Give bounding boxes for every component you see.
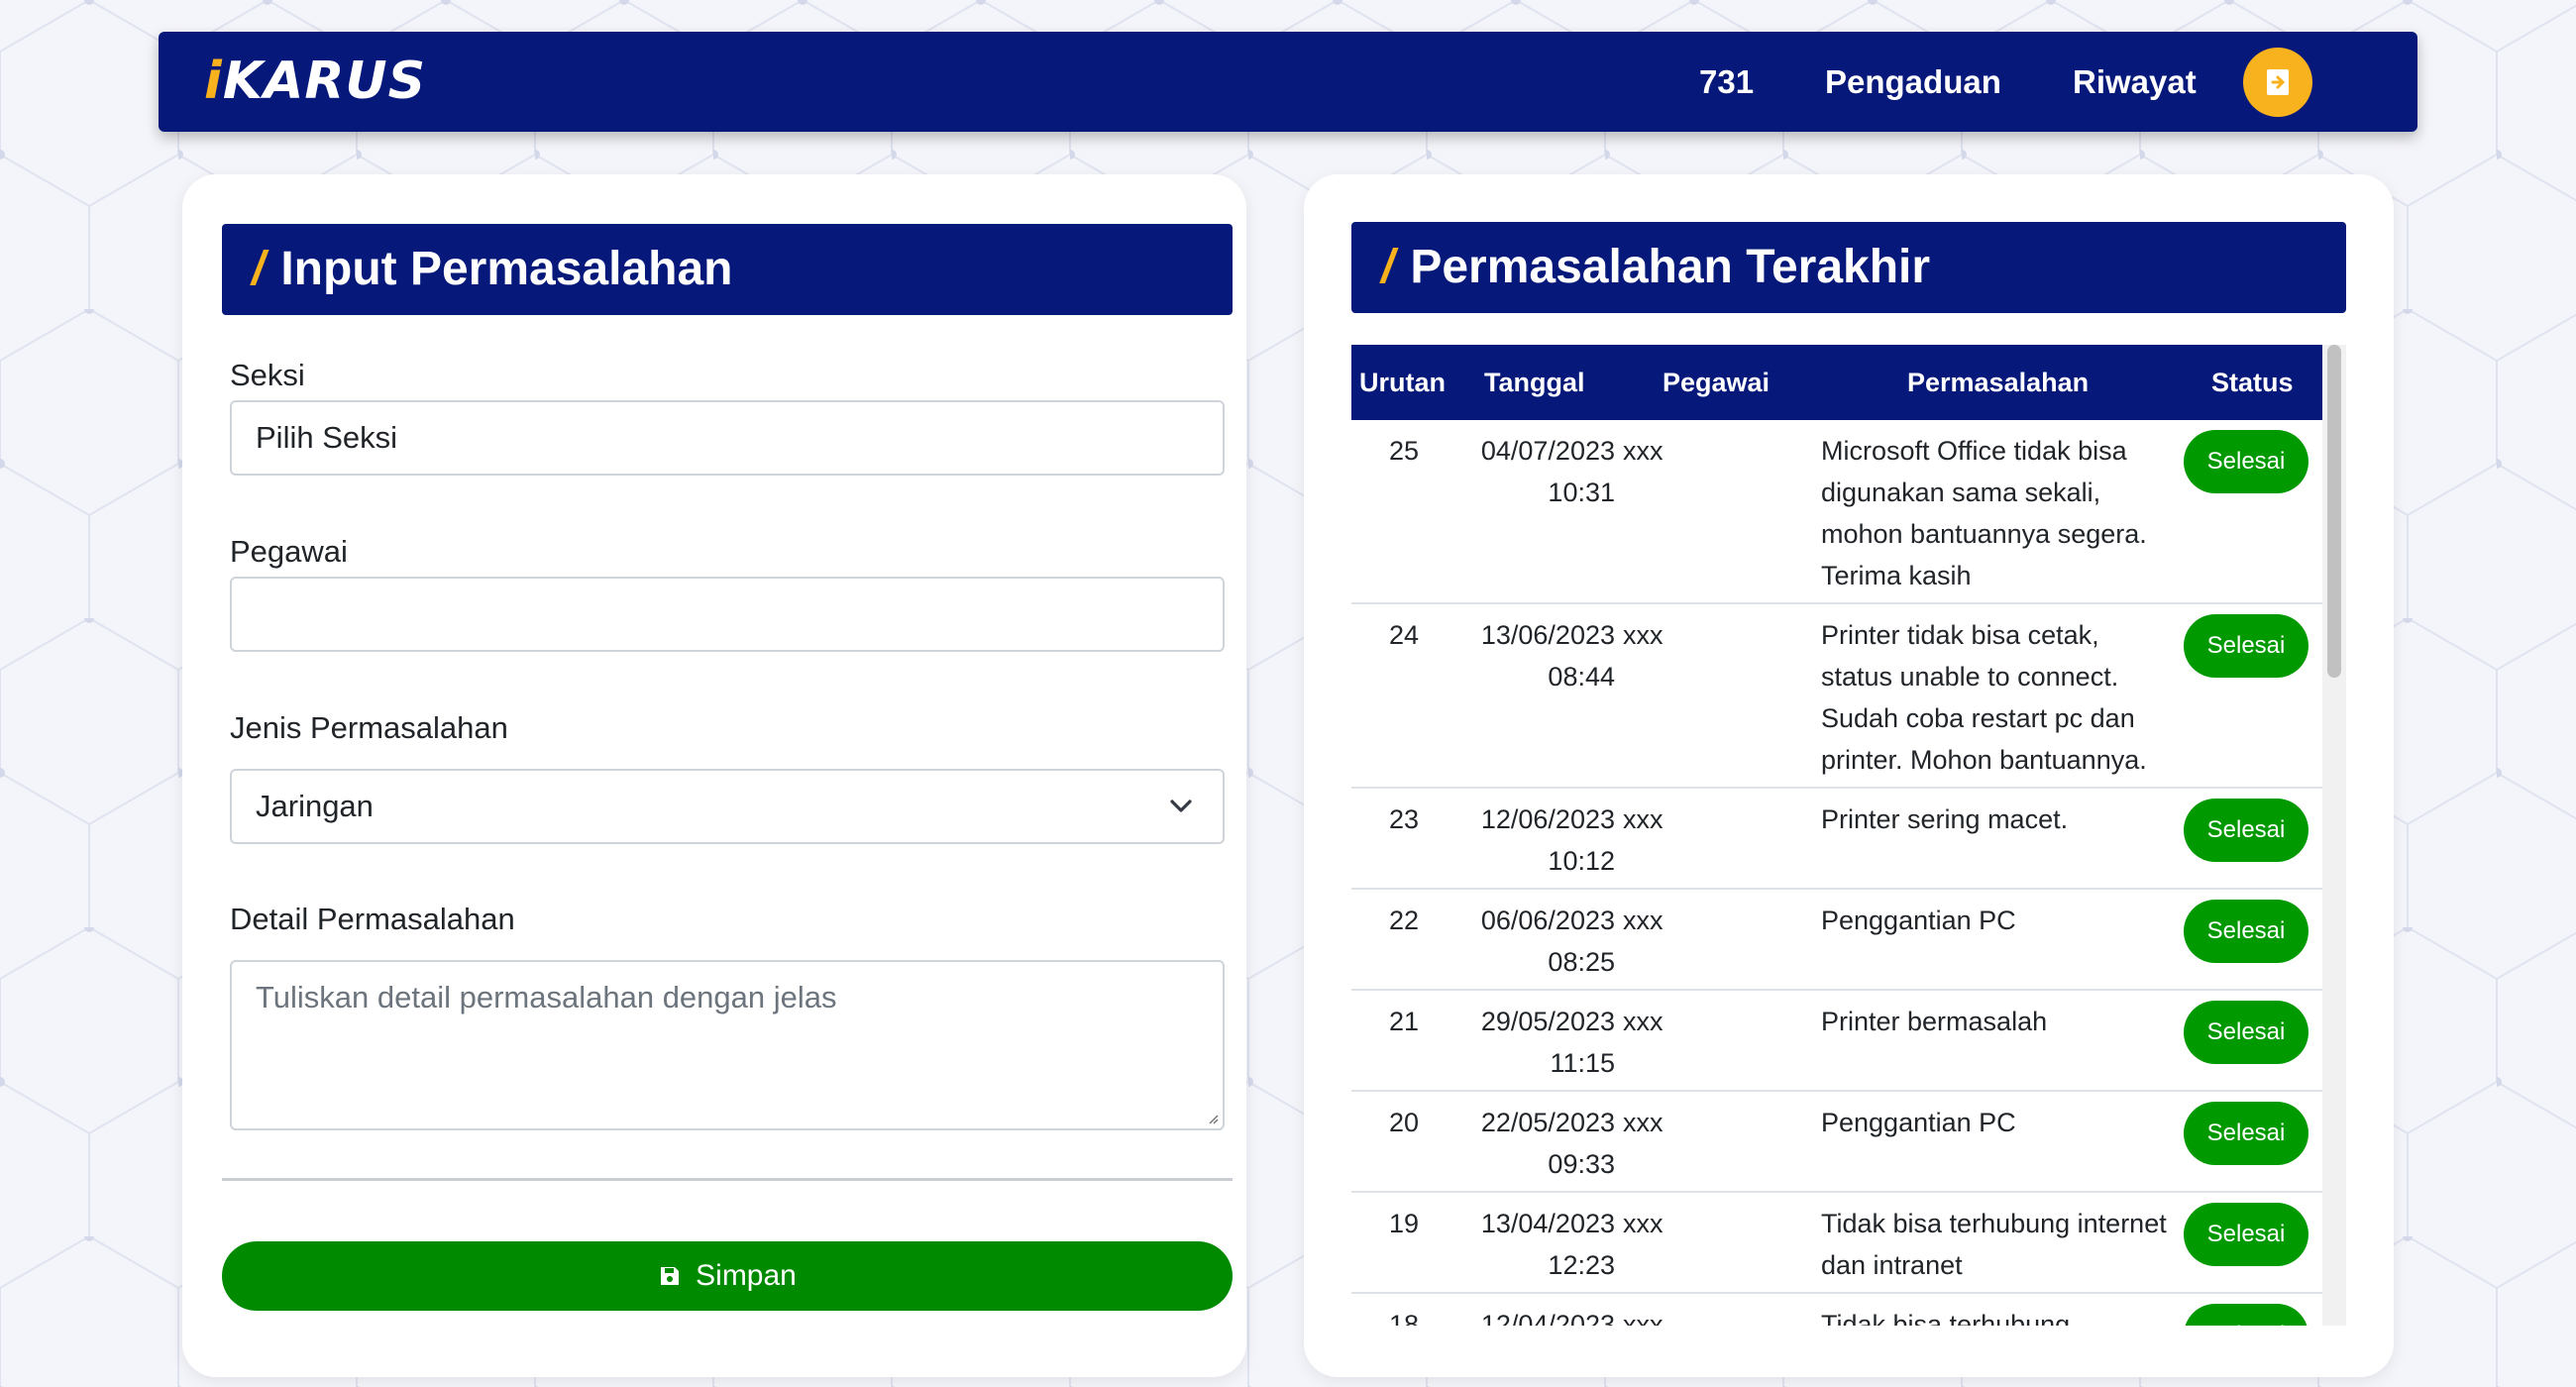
row-pegawai: xxx	[1623, 436, 1664, 466]
seksi-label: Seksi	[230, 358, 305, 392]
resize-grip-icon[interactable]	[1207, 1113, 1219, 1124]
status-badge[interactable]: Selesai	[2184, 1102, 2308, 1165]
row-number: 19	[1388, 1209, 1420, 1238]
row-number: 23	[1388, 804, 1420, 834]
row-issue: Penggantian PC	[1821, 906, 2016, 935]
row-number: 22	[1388, 906, 1420, 935]
status-badge[interactable]: Selesai	[2184, 900, 2308, 963]
jenis-selected-value: Jaringan	[256, 789, 374, 823]
input-form-card: / Input Permasalahan Seksi Pilih Seksi Pe…	[182, 174, 1246, 1377]
column-header-pegawai: Pegawai	[1663, 368, 1771, 397]
status-badge[interactable]: Selesai	[2184, 1203, 2308, 1266]
row-date: 13/06/2023 08:44	[1480, 620, 1615, 692]
slash-accent: /	[1381, 241, 1395, 293]
save-button-label: Simpan	[696, 1259, 797, 1292]
jenis-permasalahan-select[interactable]: Jaringan	[230, 769, 1225, 844]
column-header-permasalahan: Permasalahan	[1907, 368, 2090, 397]
row-issue: Microsoft Office tidak bisa digunakan sa…	[1821, 436, 2147, 590]
logout-icon	[2267, 69, 2289, 95]
recent-issues-card: / Permasalahan Terakhir Urutan Tanggal Pe…	[1304, 174, 2394, 1377]
row-date: 06/06/2023 08:25	[1480, 906, 1615, 977]
row-pegawai: xxx	[1623, 1108, 1664, 1137]
status-badge[interactable]: Selesai	[2184, 614, 2308, 678]
table-header: Urutan Tanggal Pegawai Permasalahan Stat…	[1351, 345, 2322, 420]
row-date: 04/07/2023 10:31	[1480, 436, 1615, 507]
jenis-permasalahan-label: Jenis Permasalahan	[230, 710, 508, 745]
top-navbar: iKARUS 731 Pengaduan Riwayat	[159, 32, 2417, 132]
pegawai-input[interactable]	[230, 577, 1225, 652]
detail-permasalahan-textarea[interactable]: Tuliskan detail permasalahan dengan jela…	[230, 960, 1225, 1130]
row-date: 12/06/2023 10:12	[1480, 804, 1615, 876]
column-header-status: Status	[2211, 368, 2294, 397]
table-row[interactable]: 19 13/04/2023 12:23 xxx Tidak bisa terhub…	[1351, 1193, 2322, 1294]
form-divider	[222, 1178, 1233, 1181]
row-pegawai: xxx	[1623, 620, 1664, 650]
recent-card-header: / Permasalahan Terakhir	[1351, 222, 2346, 313]
recent-title: Permasalahan Terakhir	[1410, 241, 1931, 293]
row-issue: Tidak bisa terhubung internet dan intran…	[1821, 1209, 2167, 1280]
form-card-header: / Input Permasalahan	[222, 224, 1233, 315]
detail-permasalahan-label: Detail Permasalahan	[230, 902, 515, 936]
save-button[interactable]: Simpan	[222, 1241, 1233, 1311]
row-date: 22/05/2023 09:33	[1480, 1108, 1615, 1179]
chevron-down-icon	[1170, 800, 1192, 812]
row-issue: Printer tidak bisa cetak, status unable …	[1821, 620, 2147, 775]
row-date: 29/05/2023 11:15	[1480, 1007, 1615, 1078]
status-badge[interactable]: Selesai	[2184, 1304, 2308, 1326]
row-number: 21	[1388, 1007, 1420, 1036]
column-header-urutan: Urutan	[1359, 368, 1446, 397]
row-issue: Printer bermasalah	[1821, 1007, 2048, 1036]
row-issue: Tidak bisa terhubung	[1821, 1310, 2071, 1326]
row-pegawai: xxx	[1623, 1007, 1664, 1036]
table-row[interactable]: 23 12/06/2023 10:12 xxx Printer sering ma…	[1351, 789, 2322, 890]
row-date: 13/04/2023 12:23	[1480, 1209, 1615, 1280]
row-date: 12/04/2023	[1480, 1310, 1615, 1326]
status-badge[interactable]: Selesai	[2184, 799, 2308, 862]
row-pegawai: xxx	[1623, 1310, 1664, 1326]
table-scrollbar[interactable]	[2322, 345, 2346, 1326]
pegawai-label: Pegawai	[230, 534, 348, 569]
row-issue: Penggantian PC	[1821, 1108, 2016, 1137]
nav-riwayat-link[interactable]: Riwayat	[2073, 55, 2197, 109]
row-pegawai: xxx	[1623, 1209, 1664, 1238]
row-number: 20	[1388, 1108, 1420, 1137]
slash-accent: /	[252, 243, 266, 295]
form-title: Input Permasalahan	[280, 243, 733, 295]
table-row[interactable]: 18 12/04/2023 xxx Tidak bisa terhubung S…	[1351, 1294, 2322, 1326]
logout-button[interactable]	[2243, 48, 2312, 117]
row-number: 24	[1388, 620, 1420, 650]
complaint-count: 731	[1699, 63, 1755, 100]
table-row[interactable]: 20 22/05/2023 09:33 xxx Penggantian PC Se…	[1351, 1092, 2322, 1193]
brand-logo[interactable]: iKARUS	[204, 50, 426, 113]
row-pegawai: xxx	[1623, 804, 1664, 834]
scrollbar-thumb[interactable]	[2327, 345, 2341, 678]
table-row[interactable]: 21 29/05/2023 11:15 xxx Printer bermasala…	[1351, 991, 2322, 1092]
recent-issues-table[interactable]: Urutan Tanggal Pegawai Permasalahan Stat…	[1351, 345, 2346, 1326]
table-row[interactable]: 24 13/06/2023 08:44 xxx Printer tidak bis…	[1351, 604, 2322, 789]
table-row[interactable]: 22 06/06/2023 08:25 xxx Penggantian PC Se…	[1351, 890, 2322, 991]
nav-pengaduan-link[interactable]: Pengaduan	[1825, 55, 2001, 109]
row-pegawai: xxx	[1623, 906, 1664, 935]
table-body: 25 04/07/2023 10:31 xxx Microsoft Office …	[1351, 420, 2322, 1326]
table-row[interactable]: 25 04/07/2023 10:31 xxx Microsoft Office …	[1351, 420, 2322, 604]
column-header-tanggal: Tanggal	[1484, 368, 1585, 397]
floppy-disk-icon	[661, 1267, 680, 1285]
status-badge[interactable]: Selesai	[2184, 430, 2308, 493]
seksi-select[interactable]: Pilih Seksi	[230, 400, 1225, 476]
row-number: 18	[1388, 1310, 1420, 1326]
row-number: 25	[1388, 436, 1420, 466]
row-issue: Printer sering macet.	[1821, 804, 2069, 834]
status-badge[interactable]: Selesai	[2184, 1001, 2308, 1064]
detail-placeholder: Tuliskan detail permasalahan dengan jela…	[256, 980, 837, 1014]
